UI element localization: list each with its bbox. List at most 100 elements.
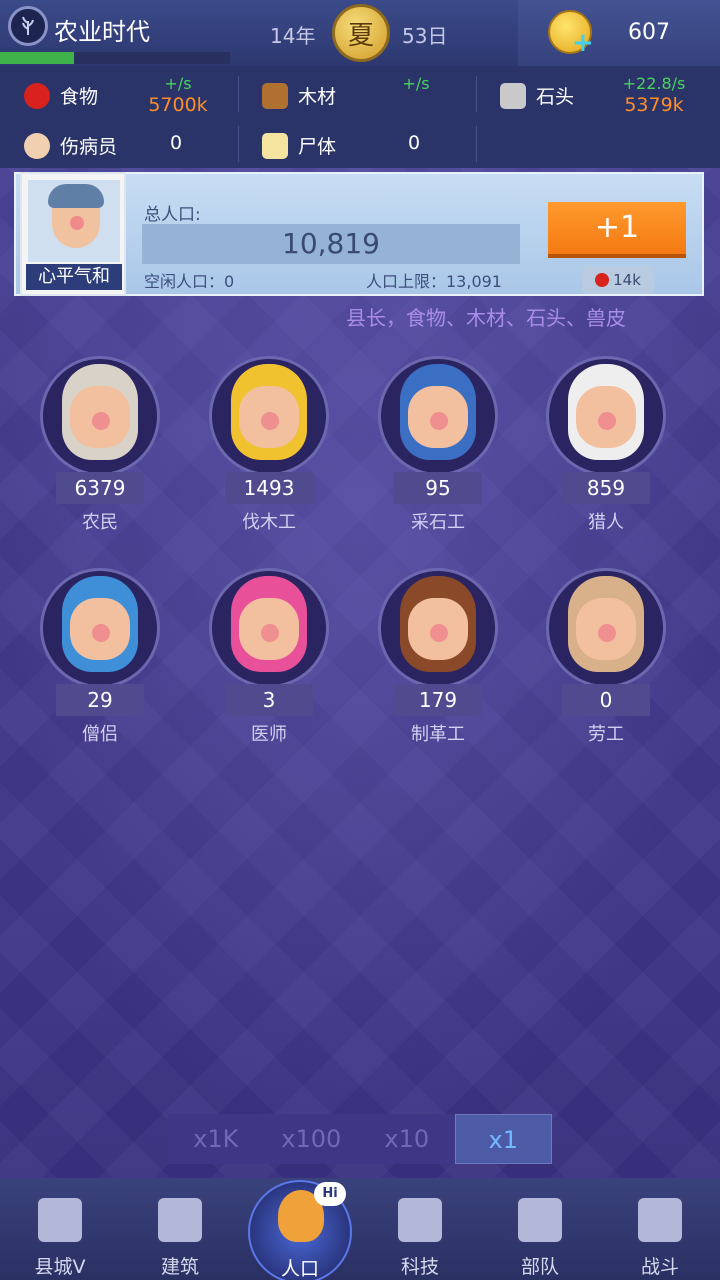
job-name: 伐木工	[242, 512, 296, 533]
job-name: 僧侣	[82, 724, 118, 745]
divider	[476, 76, 477, 112]
notice-ticker: 县长，食物、木材、石头、兽皮	[346, 306, 626, 330]
food-rate: +/s	[164, 74, 192, 93]
job-count: 29	[56, 684, 144, 716]
nav-item[interactable]: 科技	[360, 1178, 480, 1280]
idle-population: 空闲人口：0	[144, 272, 235, 291]
divider	[476, 126, 477, 162]
resource-panel: 食物 +/s 5700k 木材 +/s 石头 +22.8/s 5379k 伤病员…	[0, 66, 720, 168]
worker-nose	[430, 412, 448, 430]
cost-value: 14k	[613, 271, 641, 289]
multiplier-selector: x1K x100 x10 x1	[168, 1114, 552, 1164]
nav-label: 县城V	[34, 1256, 86, 1278]
job-name: 农民	[82, 512, 118, 533]
population-cap: 人口上限：13,091	[366, 272, 502, 291]
multiplier-option[interactable]: x100	[264, 1114, 360, 1164]
corpses-value: 0	[407, 132, 421, 154]
portrait-frame	[28, 180, 120, 262]
job-name: 采石工	[411, 512, 465, 533]
era-title: 农业时代	[54, 18, 150, 46]
resource-corpses[interactable]: 尸体	[262, 132, 336, 159]
job-slot[interactable]: 3 医师	[209, 568, 329, 745]
job-name: 医师	[251, 724, 287, 745]
job-name: 劳工	[588, 724, 624, 745]
add-gold-icon[interactable]: +	[572, 28, 594, 58]
nav-item[interactable]: 县城V	[0, 1178, 120, 1280]
multiplier-option[interactable]: x1K	[168, 1114, 264, 1164]
worker-nose	[92, 412, 110, 430]
day-label: 53日	[402, 24, 448, 48]
wheat-icon	[22, 16, 34, 35]
job-slot[interactable]: 179 制革工	[378, 568, 498, 745]
job-slot[interactable]: 859 猎人	[546, 356, 666, 533]
apple-icon	[595, 273, 610, 287]
job-slot[interactable]: 1493 伐木工	[209, 356, 329, 533]
job-slot[interactable]: 0 劳工	[546, 568, 666, 745]
mayor-portrait[interactable]: 心平气和	[20, 172, 126, 296]
castle-icon	[38, 1198, 82, 1242]
worker-nose	[261, 624, 279, 642]
multiplier-option[interactable]: x1	[454, 1114, 552, 1164]
job-slot[interactable]: 29 僧侣	[40, 568, 160, 745]
total-population-value: 10,819	[142, 224, 520, 264]
nav-item[interactable]: 战斗	[600, 1178, 720, 1280]
era-progress-bar	[0, 52, 230, 64]
mood-label: 心平气和	[26, 264, 122, 290]
resource-stone[interactable]: 石头	[500, 82, 574, 109]
job-count: 179	[394, 684, 482, 716]
population-card: 心平气和 总人口: 10,819 空闲人口：0 人口上限：13,091 +1 1…	[14, 172, 704, 296]
stone-value: 5379k	[624, 94, 684, 116]
banner-icon	[518, 1198, 562, 1242]
job-slot[interactable]: 95 采石工	[378, 356, 498, 533]
nav-label: 战斗	[640, 1256, 679, 1278]
worker-nose	[92, 624, 110, 642]
nav-label: 科技	[400, 1256, 439, 1278]
job-count: 859	[562, 472, 650, 504]
job-slot[interactable]: 6379 农民	[40, 356, 160, 533]
apple-icon	[24, 82, 50, 109]
worker-nose	[430, 624, 448, 642]
nav-label: 部队	[520, 1256, 559, 1278]
stone-label: 石头	[536, 86, 575, 108]
job-count: 6379	[56, 472, 144, 504]
corpses-label: 尸体	[298, 136, 337, 158]
job-name: 猎人	[588, 512, 624, 533]
gold-value: 607	[628, 20, 670, 45]
job-count: 95	[394, 472, 482, 504]
wounded-value: 0	[169, 132, 183, 154]
divider	[238, 126, 239, 162]
season-badge[interactable]: 夏	[332, 4, 390, 62]
wounded-label: 伤病员	[60, 136, 118, 158]
resource-wounded[interactable]: 伤病员	[24, 132, 117, 159]
resource-wood[interactable]: 木材	[262, 82, 336, 109]
worker-nose	[261, 412, 279, 430]
nav-item[interactable]: 建筑	[120, 1178, 240, 1280]
corpse-icon	[262, 132, 288, 159]
worker-nose	[598, 412, 616, 430]
wounded-icon	[24, 132, 50, 159]
divider	[238, 76, 239, 112]
job-name: 制革工	[411, 724, 465, 745]
top-bar: 农业时代 14年 夏 53日 + 607	[0, 0, 720, 66]
resource-food[interactable]: 食物	[24, 82, 98, 109]
nav-label: 建筑	[160, 1256, 199, 1278]
hi-badge: Hi	[314, 1182, 346, 1206]
add-cost: 14k	[582, 266, 654, 294]
add-population-button[interactable]: +1	[548, 202, 686, 258]
worker-nose	[598, 624, 616, 642]
stone-rate: +22.8/s	[622, 74, 686, 93]
swords-icon	[638, 1198, 682, 1242]
wood-rate: +/s	[402, 74, 430, 93]
house-icon	[158, 1198, 202, 1242]
job-count: 1493	[225, 472, 313, 504]
nav-item[interactable]: 部队	[480, 1178, 600, 1280]
bottom-nav: 县城V 建筑 Hi 人口 科技 部队 战斗	[0, 1178, 720, 1280]
nav-item[interactable]: Hi 人口	[240, 1178, 360, 1280]
nose	[70, 216, 84, 230]
multiplier-option[interactable]: x10	[359, 1114, 455, 1164]
stone-icon	[500, 82, 526, 109]
era-badge[interactable]	[8, 6, 48, 46]
job-count: 0	[562, 684, 650, 716]
wood-label: 木材	[298, 86, 337, 108]
food-value: 5700k	[148, 94, 208, 116]
